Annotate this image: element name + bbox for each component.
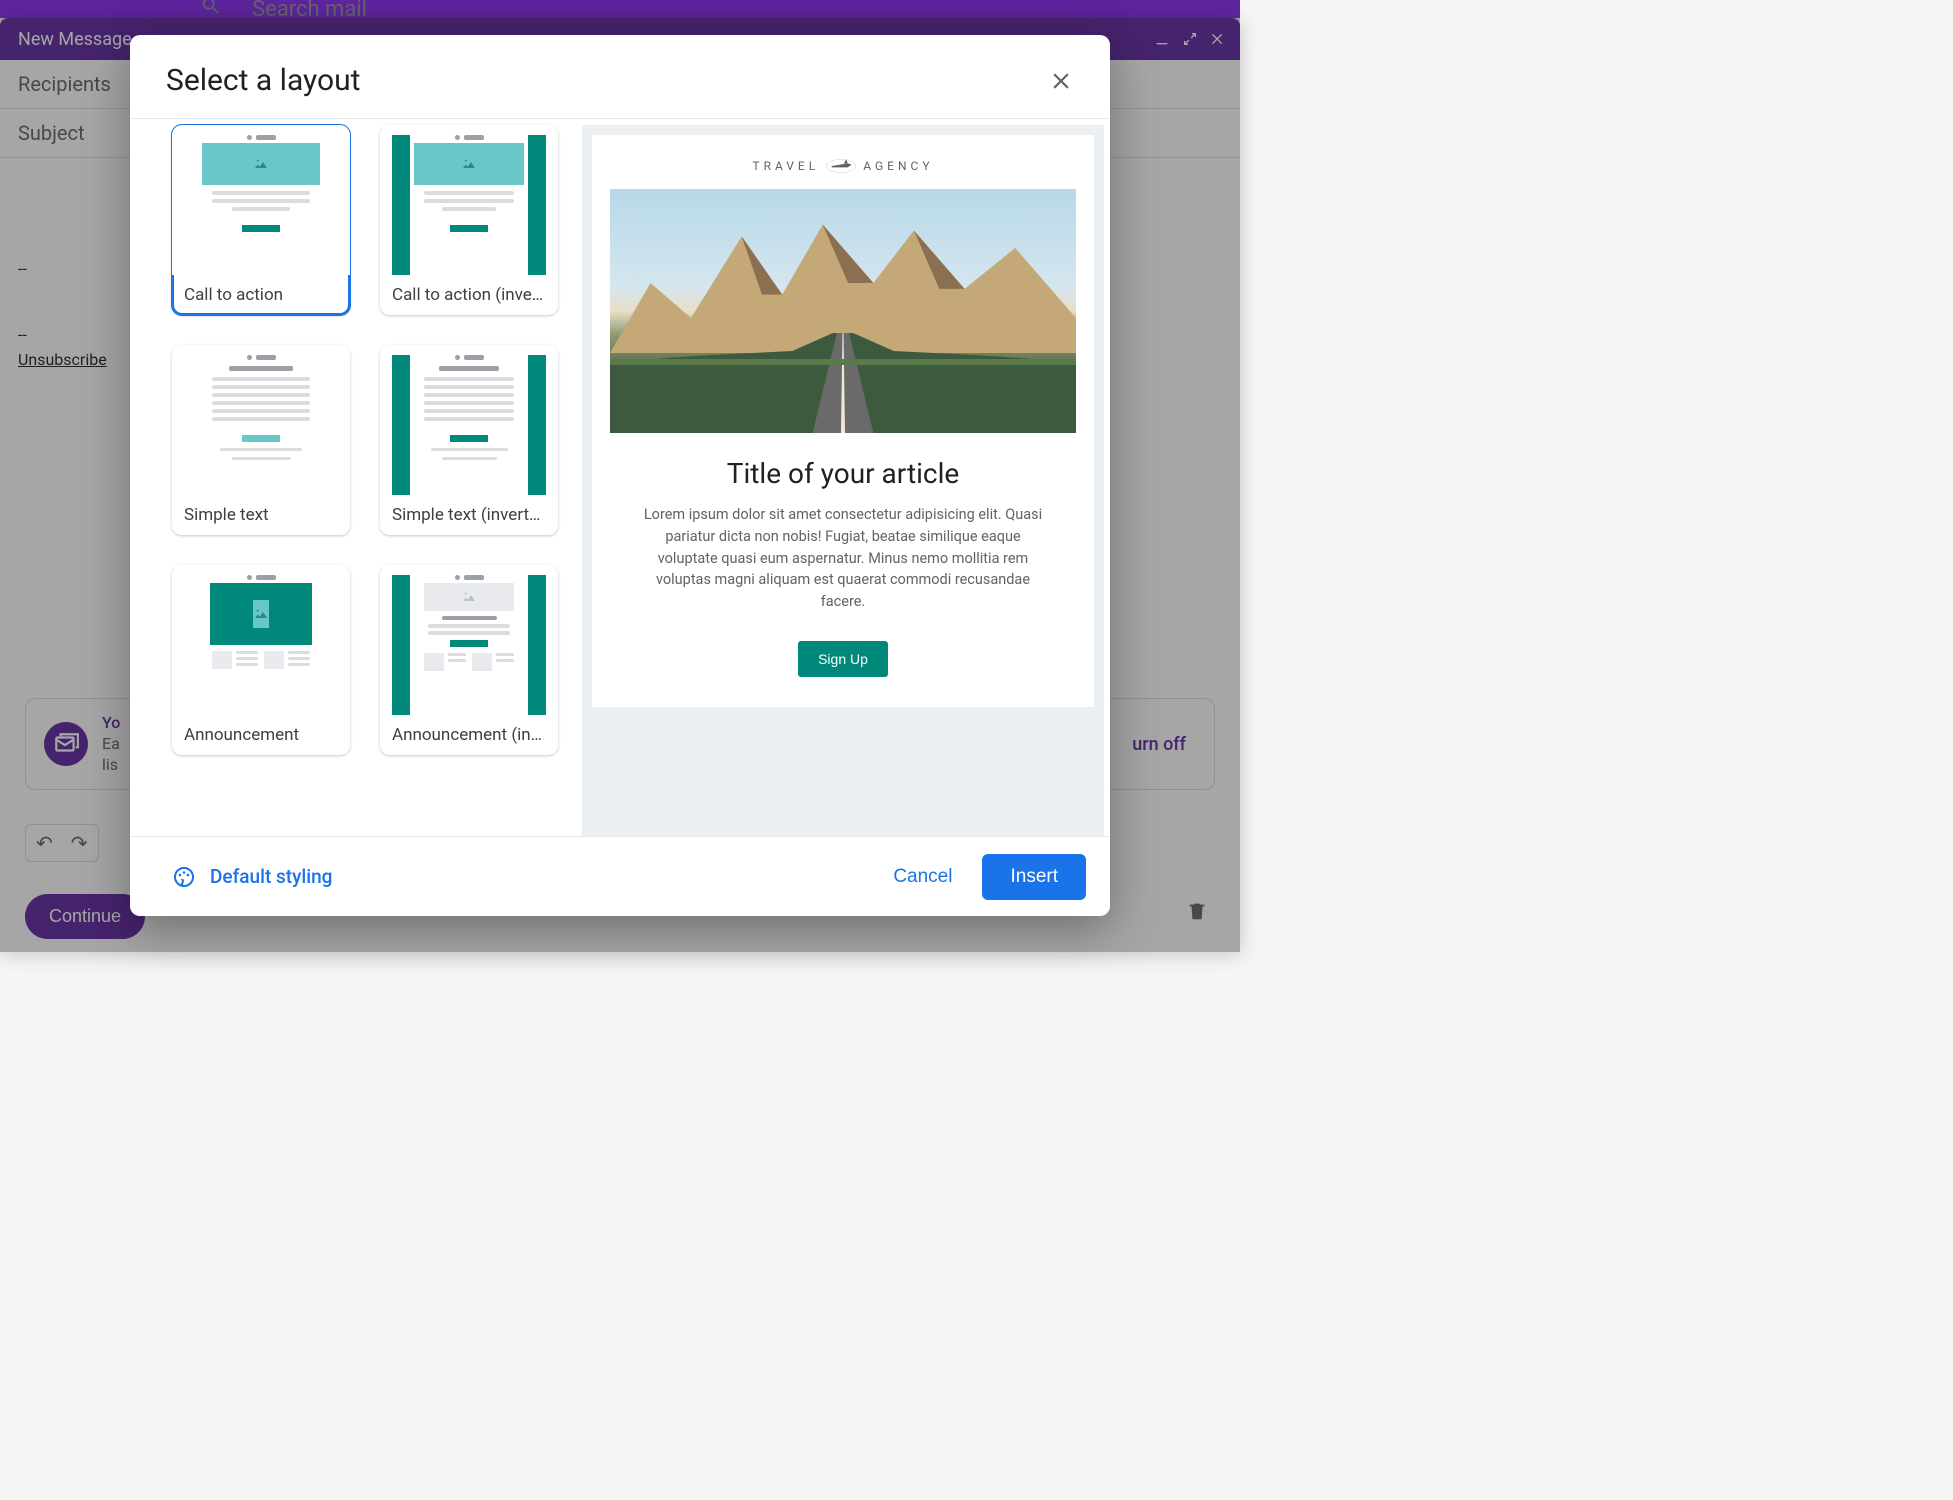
airplane-icon: [825, 157, 857, 175]
preview-body: Lorem ipsum dolor sit amet consectetur a…: [610, 504, 1076, 613]
select-layout-modal: Select a layout Call to action: [130, 35, 1110, 916]
default-styling-button[interactable]: Default styling: [172, 865, 332, 889]
layout-card-announcement[interactable]: Announcement: [172, 565, 350, 755]
layout-label: Call to action (inve…: [380, 275, 558, 315]
layout-label: Simple text: [172, 495, 350, 535]
layout-card-call-to-action[interactable]: Call to action: [172, 125, 350, 315]
layout-card-simple-text-inverted[interactable]: Simple text (invert…: [380, 345, 558, 535]
preview-logo: TRAVEL AGENCY: [610, 157, 1076, 175]
layout-card-announcement-inverted[interactable]: Announcement (in…: [380, 565, 558, 755]
layout-label: Simple text (invert…: [380, 495, 558, 535]
layout-label: Call to action: [172, 275, 350, 315]
layout-grid: Call to action Call to action (inve…: [130, 119, 570, 836]
palette-icon: [172, 865, 196, 889]
close-icon[interactable]: [1048, 68, 1074, 94]
layout-label: Announcement: [172, 715, 350, 755]
preview-signup-button[interactable]: Sign Up: [798, 641, 888, 677]
insert-button[interactable]: Insert: [982, 854, 1086, 900]
layout-card-call-to-action-inverted[interactable]: Call to action (inve…: [380, 125, 558, 315]
layout-label: Announcement (in…: [380, 715, 558, 755]
preview-title: Title of your article: [610, 457, 1076, 490]
preview-hero-image: [610, 189, 1076, 433]
modal-title: Select a layout: [166, 63, 360, 98]
preview-pane: TRAVEL AGENCY: [582, 125, 1104, 836]
cancel-button[interactable]: Cancel: [873, 856, 972, 898]
app-header-strip: Search mail: [0, 0, 1240, 18]
layout-card-simple-text[interactable]: Simple text: [172, 345, 350, 535]
search-area: Search mail: [200, 0, 367, 18]
